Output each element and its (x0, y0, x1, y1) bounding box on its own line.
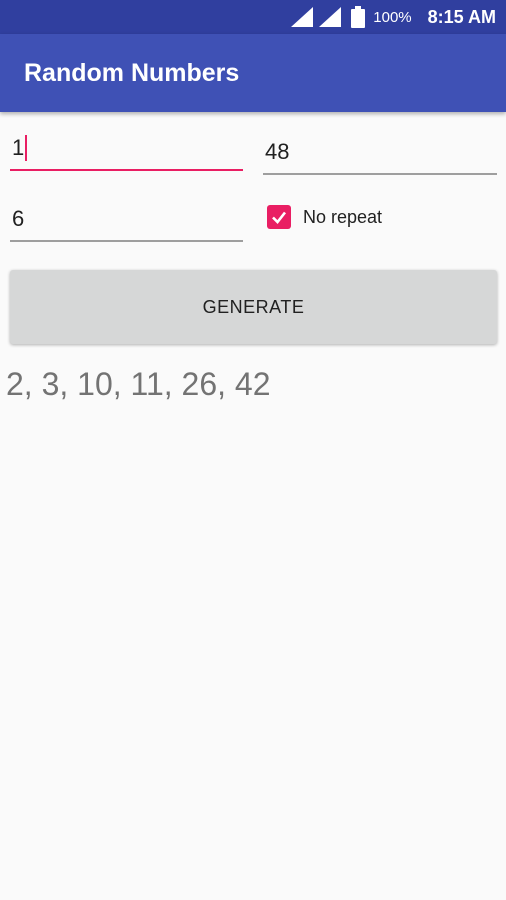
signal-icon (319, 7, 342, 27)
max-input[interactable]: 48 (263, 131, 497, 175)
no-repeat-checkbox[interactable]: No repeat (267, 203, 382, 231)
result-text: 2, 3, 10, 11, 26, 42 (6, 366, 271, 402)
battery-percentage: 100% (373, 8, 412, 26)
min-input-value: 1 (12, 135, 25, 160)
status-time: 8:15 AM (427, 6, 496, 27)
count-input-value: 6 (12, 206, 25, 231)
count-input[interactable]: 6 (10, 198, 243, 242)
status-bar: 100% 8:15 AM (0, 0, 506, 34)
min-input[interactable]: 1 (10, 127, 243, 171)
check-icon (272, 211, 287, 224)
app-bar: Random Numbers (0, 34, 506, 112)
signal-icon (291, 7, 314, 27)
checkbox-checked-icon[interactable] (267, 205, 291, 229)
text-cursor (25, 135, 28, 161)
battery-icon (351, 6, 366, 28)
max-input-value: 48 (265, 139, 290, 164)
page-title: Random Numbers (24, 58, 240, 87)
generate-button[interactable]: GENERATE (10, 270, 497, 344)
no-repeat-label: No repeat (303, 206, 383, 227)
